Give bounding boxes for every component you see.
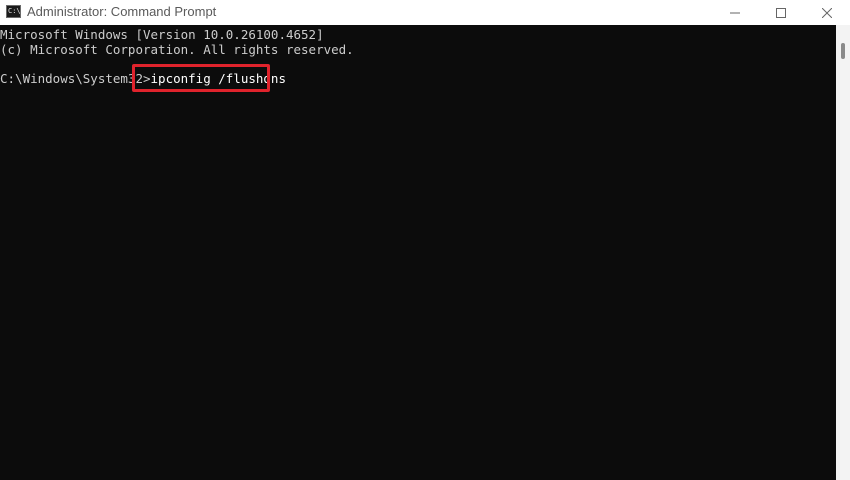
close-button[interactable] [804, 0, 850, 25]
title-bar[interactable]: C:\ Administrator: Command Prompt [0, 0, 850, 25]
prompt-path: C:\Windows\System32> [0, 71, 151, 86]
close-icon [822, 7, 832, 18]
command-prompt-window: C:\ Administrator: Command Prompt Micros… [0, 0, 850, 480]
version-line: Microsoft Windows [Version 10.0.26100.46… [0, 27, 324, 42]
vertical-scrollbar[interactable] [836, 25, 850, 480]
maximize-button[interactable] [758, 0, 804, 25]
scrollbar-thumb[interactable] [841, 43, 845, 59]
window-controls [712, 0, 850, 25]
minimize-icon [730, 12, 740, 13]
copyright-line: (c) Microsoft Corporation. All rights re… [0, 42, 354, 57]
maximize-icon [776, 7, 786, 18]
console-output[interactable]: Microsoft Windows [Version 10.0.26100.46… [0, 25, 836, 480]
window-title: Administrator: Command Prompt [27, 4, 217, 19]
cmd-app-icon[interactable]: C:\ [6, 5, 21, 18]
command-highlight-box [132, 64, 270, 92]
minimize-button[interactable] [712, 0, 758, 25]
